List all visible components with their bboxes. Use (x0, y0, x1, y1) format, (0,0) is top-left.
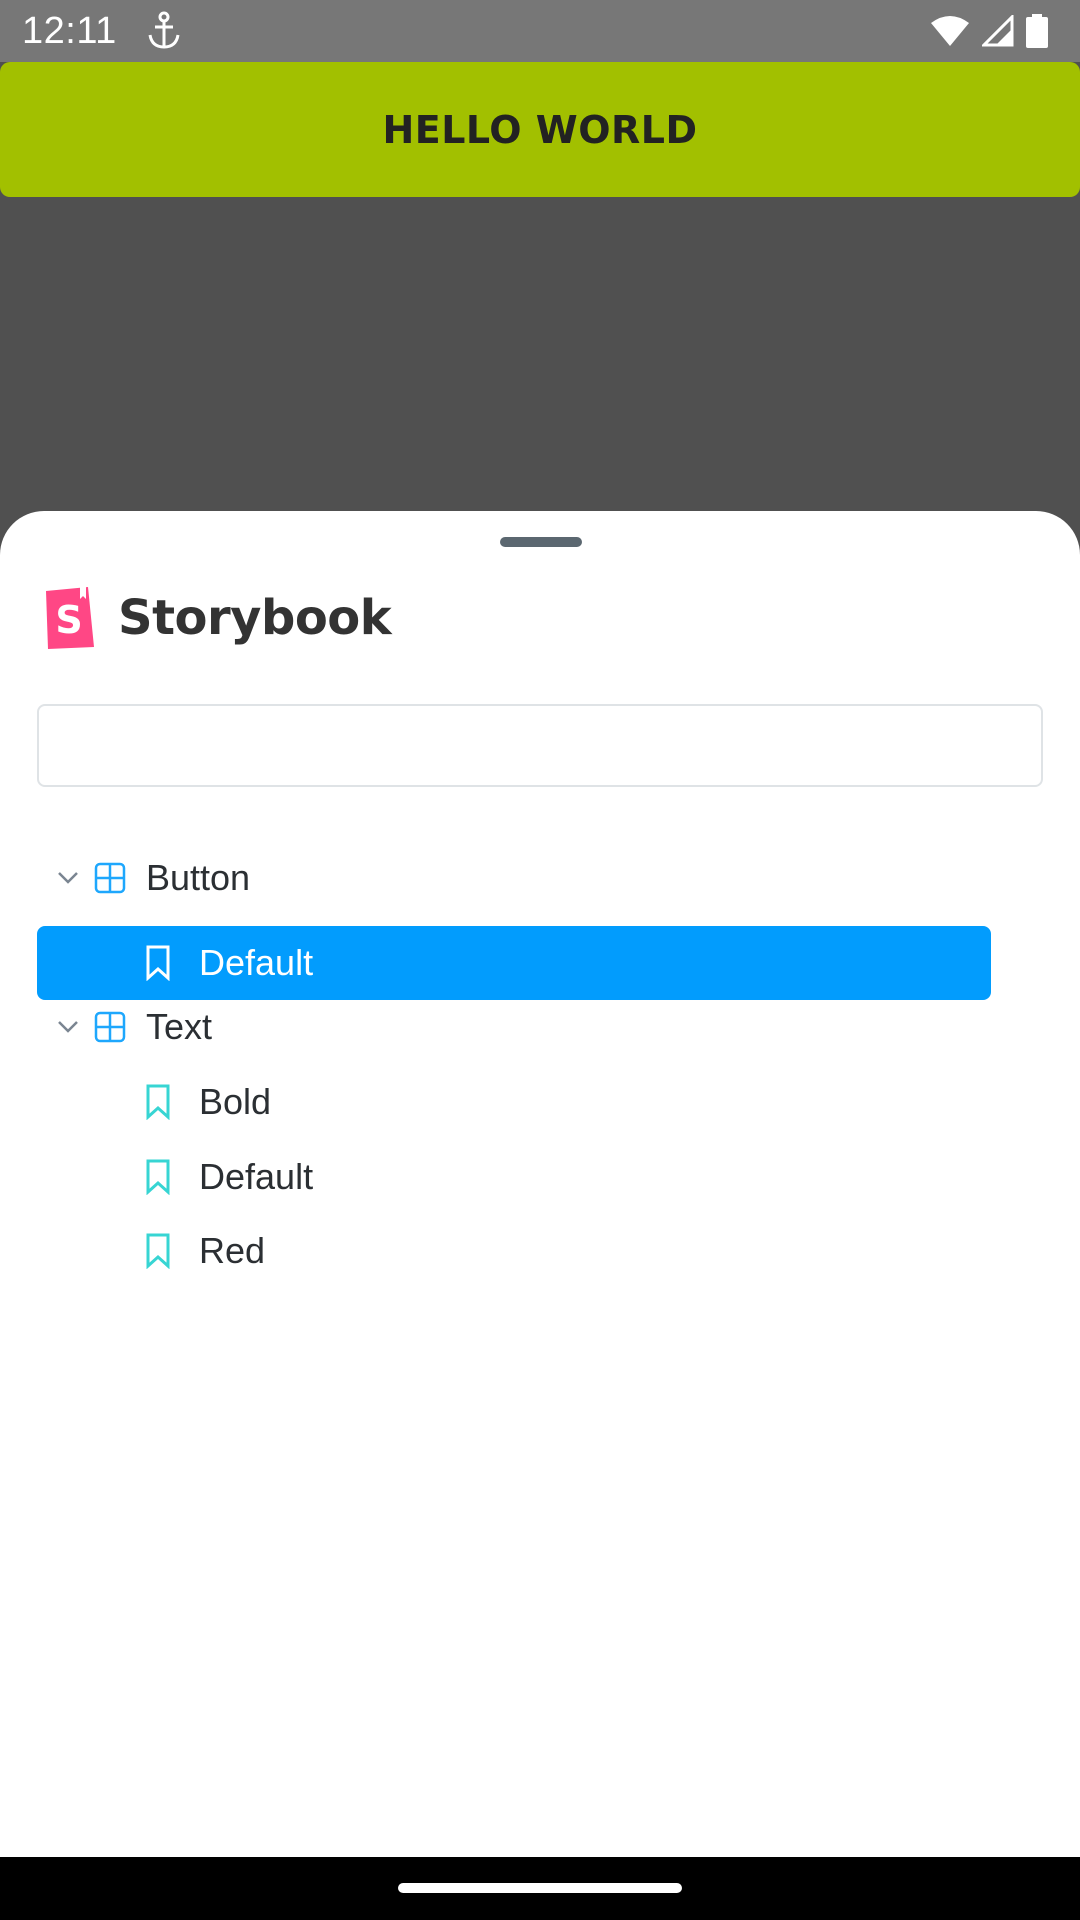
story-label: Default (199, 1156, 314, 1197)
search-input[interactable] (37, 704, 1043, 787)
story-label: Bold (199, 1081, 272, 1122)
status-bar: 12:11 (0, 0, 1080, 62)
brand-name: Storybook (118, 590, 392, 646)
tree-story-text-bold[interactable]: Bold (37, 1065, 991, 1139)
bookmark-icon (146, 945, 170, 981)
storybook-navigator-sheet: S Storybook Button Default Text Bold Def… (0, 511, 1080, 1857)
cell-signal-icon (982, 15, 1014, 47)
tree-component-text[interactable]: Text (52, 990, 992, 1064)
status-icons (930, 14, 1058, 48)
anchor-icon (148, 11, 180, 49)
component-icon (94, 1011, 126, 1043)
sheet-drag-handle[interactable] (500, 537, 582, 547)
storybook-brand: S Storybook (44, 585, 392, 651)
chevron-down-icon[interactable] (52, 1011, 84, 1043)
tree-story-button-default[interactable]: Default (37, 926, 991, 1000)
tree-story-text-default[interactable]: Default (37, 1140, 991, 1214)
component-label: Button (146, 857, 251, 898)
chevron-down-icon[interactable] (52, 862, 84, 894)
tree-component-button[interactable]: Button (52, 841, 992, 915)
bookmark-icon (146, 1159, 170, 1195)
status-time: 12:11 (22, 9, 117, 52)
component-icon (94, 862, 126, 894)
bookmark-icon (146, 1233, 170, 1269)
story-preview: HELLO WORLD (0, 62, 1080, 512)
component-label: Text (146, 1006, 213, 1047)
bookmark-icon (146, 1084, 170, 1120)
story-label: Red (199, 1230, 266, 1271)
storybook-logo-icon: S (46, 587, 94, 649)
navigation-bar (0, 1857, 1080, 1920)
wifi-icon (931, 16, 969, 46)
svg-text:S: S (55, 598, 82, 642)
battery-icon (1026, 14, 1048, 48)
story-label: Default (199, 942, 314, 983)
hello-world-button[interactable]: HELLO WORLD (0, 62, 1080, 197)
home-indicator[interactable] (398, 1883, 682, 1893)
tree-story-text-red[interactable]: Red (37, 1214, 991, 1288)
